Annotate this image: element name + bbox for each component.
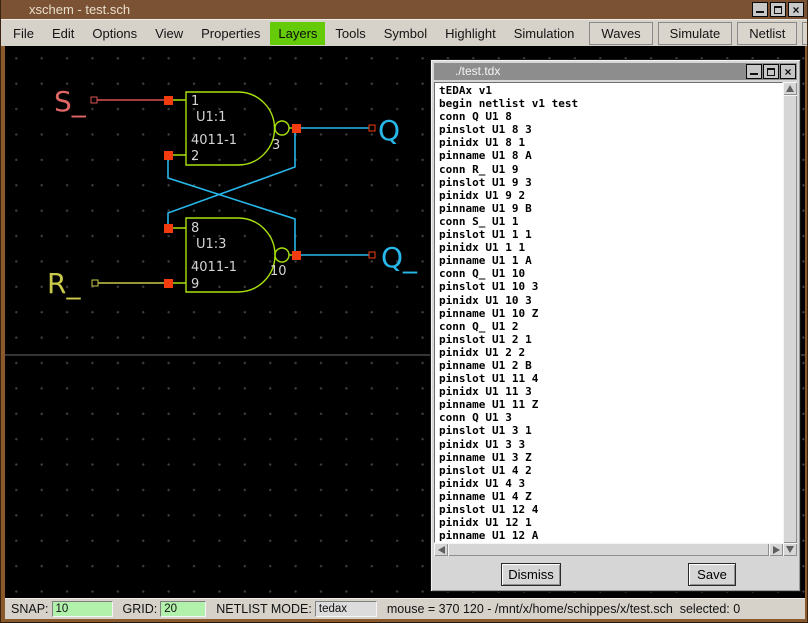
dialog-maximize-icon [767,67,775,76]
dismiss-button[interactable]: Dismiss [501,563,561,586]
menu-file[interactable]: File [5,22,42,45]
title-bar[interactable]: xschem - test.sch × [1,0,807,19]
scroll-left-button[interactable] [434,543,448,556]
dialog-minimize-button[interactable] [746,64,762,79]
dialog-close-icon: × [784,64,792,79]
scroll-down-button[interactable] [783,543,797,556]
scroll-right-button[interactable] [769,543,783,556]
dialog-minimize-icon [750,72,758,75]
gate-part-u1-3: 4011-1 [191,260,237,275]
menu-properties[interactable]: Properties [193,22,268,45]
menu-symbol[interactable]: Symbol [376,22,435,45]
horizontal-scrollbar[interactable] [434,543,783,556]
net-label-s[interactable]: S_ [54,85,87,118]
netlist-mode-input[interactable] [314,601,377,617]
snap-input[interactable] [51,601,113,617]
menu-layers[interactable]: Layers [270,21,326,45]
netlist-dialog: ./test.tdx × tEDAx v1 begin netlist v1 t… [430,59,801,592]
vertical-scrollbar[interactable] [783,82,797,556]
pin-number-8: 8 [191,221,199,236]
net-label-r[interactable]: R_ [47,267,81,300]
pin-number-3: 3 [272,138,280,153]
netlist-text: tEDAx v1 begin netlist v1 test conn Q U1… [439,84,579,543]
scroll-up-button[interactable] [783,82,797,95]
arrow-left-icon [437,545,445,554]
simulate-button[interactable]: Simulate [657,21,733,45]
gate-name-u1-1: U1:1 [196,110,226,125]
menu-options[interactable]: Options [84,22,145,45]
horizontal-scroll-thumb[interactable] [448,543,769,556]
maximize-button[interactable] [770,2,786,17]
save-button[interactable]: Save [688,563,736,586]
pin-number-1: 1 [191,94,199,109]
status-info-text: mouse = 370 120 - /mnt/x/home/schippes/x… [386,602,741,616]
xschem-window: xschem - test.sch × File Edit Options Vi… [0,0,808,623]
label-pin-square-r [91,279,99,287]
close-icon: × [792,2,800,17]
gate-part-u1-1: 4011-1 [191,133,237,148]
nand-gate-u1-1[interactable]: 1 U1:1 4011-1 2 3 [169,91,295,166]
menu-highlight[interactable]: Highlight [437,22,504,45]
dialog-close-button[interactable]: × [780,64,796,79]
menu-tools[interactable]: Tools [327,22,373,45]
window-title: xschem - test.sch [29,2,131,17]
minimize-button[interactable] [752,2,768,17]
net-label-q[interactable]: Q [378,114,400,147]
grid-label: GRID: [122,602,158,616]
menu-bar: File Edit Options View Properties Layers… [1,19,807,46]
minimize-icon [756,10,764,13]
label-pin-square-s [90,96,98,104]
dialog-maximize-button[interactable] [763,64,779,79]
net-label-qnot[interactable]: Q_ [381,241,418,274]
window-controls: × [752,2,804,17]
maximize-icon [774,5,782,14]
grid-input[interactable] [160,601,207,617]
arrow-up-icon [786,85,794,92]
arrow-down-icon [786,546,794,553]
vertical-scroll-thumb[interactable] [783,95,797,543]
help-button[interactable]: Help [802,21,807,45]
pin-number-2: 2 [191,149,199,164]
pin-number-10: 10 [270,264,287,279]
status-bar: SNAP: GRID: NETLIST MODE: mouse = 370 12… [5,598,805,619]
label-pin-square-q [368,124,376,132]
wire-qnot-feedback[interactable] [167,159,296,251]
close-button[interactable]: × [788,2,804,17]
snap-label: SNAP: [11,602,49,616]
waves-button[interactable]: Waves [589,21,653,45]
gate-name-u1-3: U1:3 [196,237,226,252]
arrow-right-icon [772,545,780,554]
netlist-mode-label: NETLIST MODE: [216,602,312,616]
netlist-text-area[interactable]: tEDAx v1 begin netlist v1 test conn Q U1… [434,82,783,543]
menu-simulation[interactable]: Simulation [506,22,583,45]
dialog-window-controls: × [746,64,796,79]
label-pin-square-qnot [368,251,376,259]
pin-number-9: 9 [191,277,199,292]
nand-gate-u1-3[interactable]: 8 U1:3 4011-1 9 10 [169,217,295,293]
menu-view[interactable]: View [147,22,191,45]
dialog-title: ./test.tdx [455,64,501,78]
menu-edit[interactable]: Edit [44,22,82,45]
dialog-title-bar[interactable]: ./test.tdx × [434,63,797,80]
netlist-button[interactable]: Netlist [737,21,798,45]
